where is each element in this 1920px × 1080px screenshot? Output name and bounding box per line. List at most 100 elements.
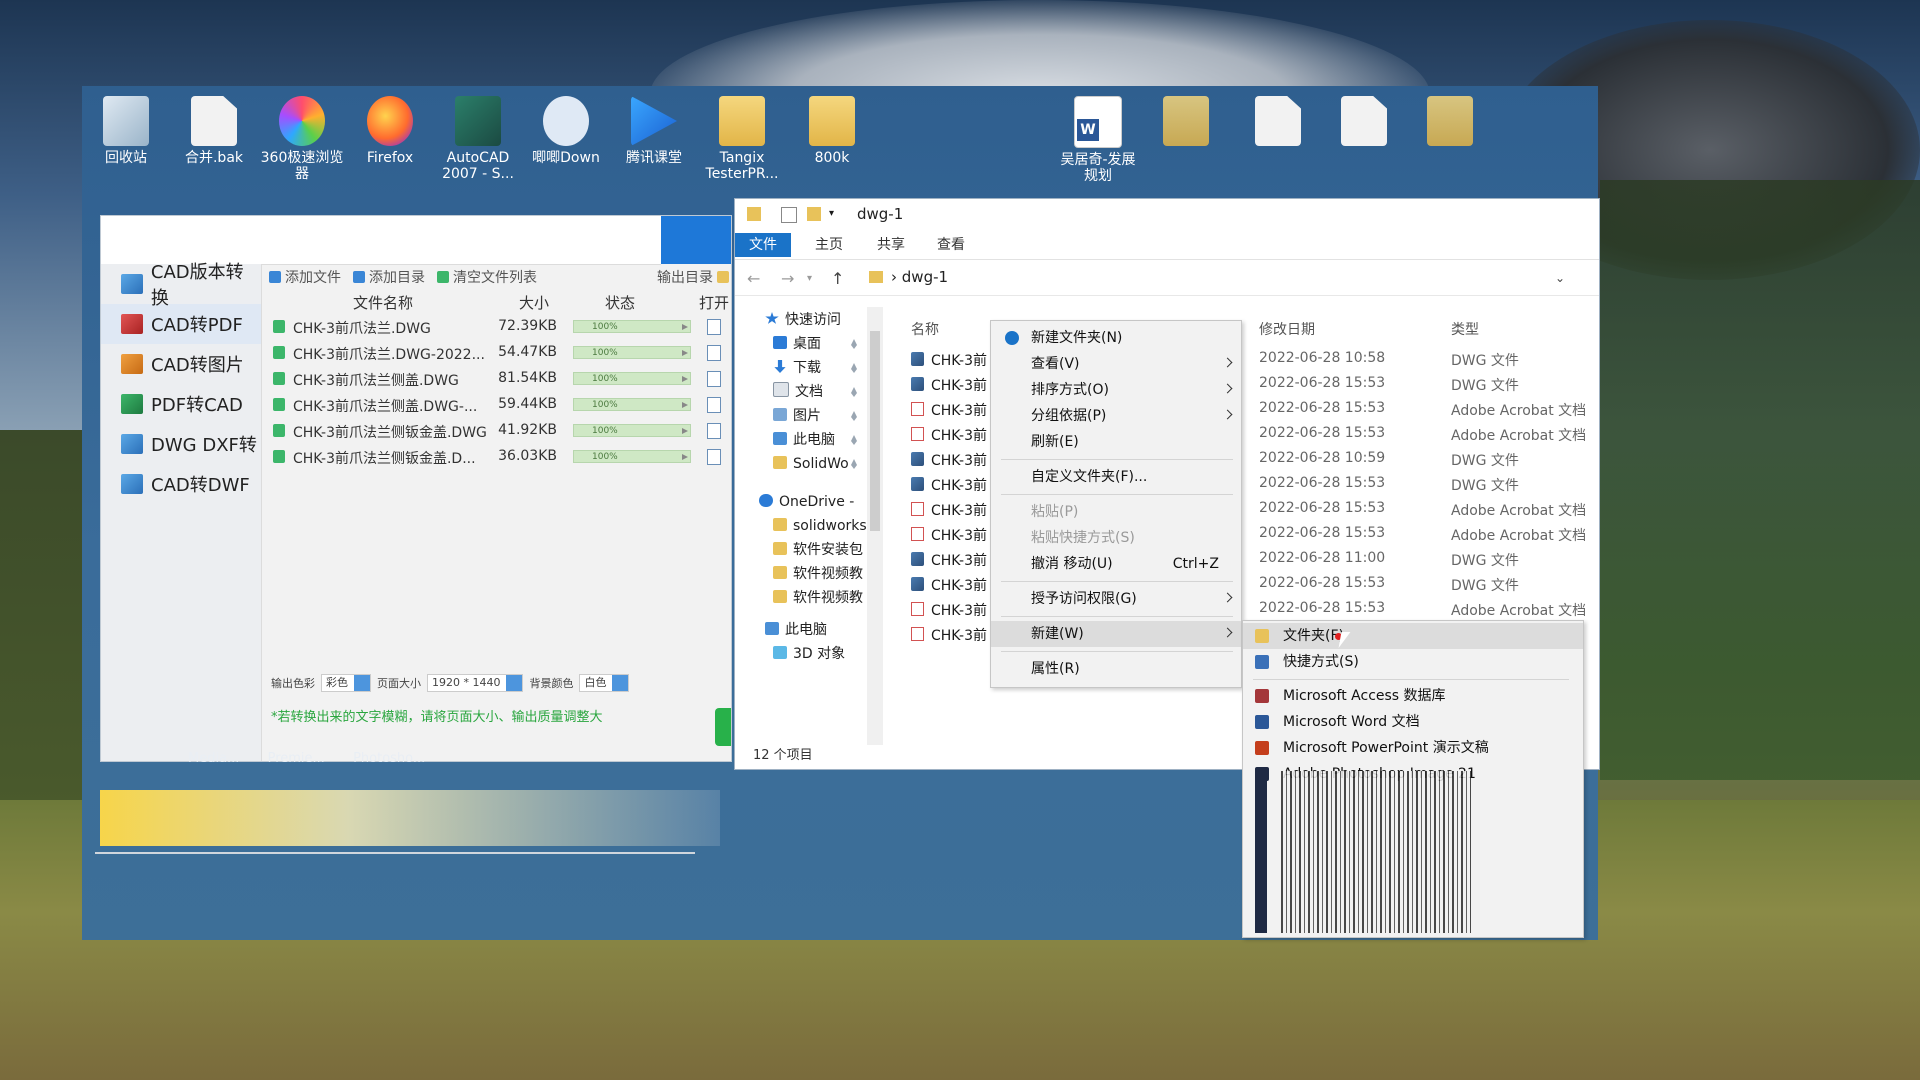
open-file-icon[interactable] [707, 371, 721, 387]
desktop-icon-folder[interactable] [1144, 96, 1228, 150]
properties-icon[interactable] [781, 207, 797, 223]
table-row[interactable]: CHK-3前爪法兰侧钣金盖.DWG 41.92KB 100% [271, 418, 727, 444]
column-header-name[interactable]: 名称 [911, 319, 939, 339]
new-folder-icon[interactable] [807, 207, 821, 221]
desktop-icon-360-browser[interactable]: 360极速浏览器 [260, 96, 344, 182]
cad-header-button[interactable] [661, 216, 731, 264]
submenu-item-access-db[interactable]: Microsoft Access 数据库 [1243, 683, 1583, 709]
nav-folder-software-install[interactable]: 软件安装包 [773, 539, 863, 561]
open-file-icon[interactable] [707, 449, 721, 465]
menu-item-give-access[interactable]: 授予访问权限(G) [991, 586, 1241, 612]
desktop-icon-tangix[interactable]: Tangix TesterPR... [700, 96, 784, 182]
submenu-item-word-doc[interactable]: Microsoft Word 文档 [1243, 709, 1583, 735]
menu-item-new-folder[interactable]: 新建文件夹(N) [991, 325, 1241, 351]
nav-pictures[interactable]: 图片 [773, 405, 821, 427]
desktop-label: Media... [188, 751, 240, 766]
scrollbar-thumb[interactable] [870, 331, 880, 531]
menu-item-undo-move[interactable]: 撤消 移动(U) Ctrl+Z [991, 551, 1241, 577]
submenu-item-folder[interactable]: 文件夹(F) [1243, 623, 1583, 649]
address-path[interactable]: › dwg-1 [865, 265, 1585, 289]
submenu-item-shortcut[interactable]: 快捷方式(S) [1243, 649, 1583, 675]
add-directory-button[interactable]: 添加目录 [353, 267, 425, 287]
desktop-icon-folder[interactable] [1408, 96, 1492, 150]
nav-folder-solidworks[interactable]: solidworks [773, 515, 867, 537]
open-file-icon[interactable] [707, 423, 721, 439]
file-date: 2022-06-28 15:53 [1259, 400, 1386, 416]
open-file-icon[interactable] [707, 319, 721, 335]
desktop-icon-800k[interactable]: 800k [790, 96, 874, 166]
open-file-icon[interactable] [707, 397, 721, 413]
table-row[interactable]: CHK-3前爪法兰.DWG-2022... 54.47KB 100% [271, 340, 727, 366]
nav-this-pc-pinned[interactable]: 此电脑 [773, 429, 835, 451]
table-row[interactable]: CHK-3前爪法兰.DWG 72.39KB 100% [271, 314, 727, 340]
tab-file[interactable]: 文件 [735, 233, 791, 257]
desktop-icon-tencent-classroom[interactable]: 腾讯课堂 [612, 96, 696, 166]
output-directory-button[interactable]: 输出目录 [657, 267, 729, 287]
menu-item-sort-by[interactable]: 排序方式(O) [991, 377, 1241, 403]
nav-solidworks-pinned[interactable]: SolidWo [773, 453, 849, 475]
nav-this-pc[interactable]: 此电脑 [765, 619, 827, 641]
cad-nav-cad-to-pdf[interactable]: CAD转PDF [101, 304, 261, 344]
background-color-select[interactable]: 白色 [579, 674, 630, 692]
open-file-icon[interactable] [707, 345, 721, 361]
file-size: 72.39KB [498, 318, 557, 334]
tab-home[interactable]: 主页 [801, 233, 857, 257]
desktop-icon-autocad[interactable]: AutoCAD 2007 - S... [436, 96, 520, 182]
menu-item-customize-folder[interactable]: 自定义文件夹(F)... [991, 464, 1241, 490]
cad-nav-cad-to-dwf[interactable]: CAD转DWF [101, 464, 261, 504]
address-dropdown-icon[interactable]: ⌄ [1555, 271, 1565, 285]
nav-quick-access[interactable]: 快速访问 [765, 309, 841, 331]
cad-nav-dwg-dxf[interactable]: DWG DXF转 [101, 424, 261, 464]
menu-item-properties[interactable]: 属性(R) [991, 656, 1241, 682]
file-type: DWG 文件 [1451, 578, 1519, 594]
desktop-icon-bak-file[interactable]: 合并.bak [172, 96, 256, 166]
nav-folder-software-video-2[interactable]: 软件视频教 [773, 587, 863, 609]
tab-view[interactable]: 查看 [923, 233, 979, 257]
file-name: CHK-3前 [931, 403, 987, 419]
folder-icon [1163, 96, 1209, 146]
menu-item-new[interactable]: 新建(W) [991, 621, 1241, 647]
column-header-date[interactable]: 修改日期 [1259, 319, 1315, 339]
desktop-icon-file[interactable] [1236, 96, 1320, 150]
clear-list-button[interactable]: 清空文件列表 [437, 267, 537, 287]
cad-nav-pdf-to-cad[interactable]: PDF转CAD [101, 384, 261, 424]
cad-convert-icon [121, 474, 143, 494]
start-convert-button[interactable] [715, 708, 731, 746]
back-arrow-icon[interactable]: ← [747, 269, 760, 288]
nav-3d-objects[interactable]: 3D 对象 [773, 643, 845, 665]
file-size: 81.54KB [498, 370, 557, 386]
desktop-icon-jijidown[interactable]: 唧唧Down [524, 96, 608, 166]
nav-onedrive[interactable]: OneDrive - [759, 491, 854, 513]
nav-label: 软件视频教 [793, 566, 863, 582]
output-color-select[interactable]: 彩色 [321, 674, 371, 692]
desktop-icon-recycle-bin[interactable]: 回收站 [84, 96, 168, 166]
page-size-select[interactable]: 1920 * 1440 [427, 674, 524, 692]
menu-label: 粘贴(P) [1031, 504, 1079, 520]
desktop-icon-firefox[interactable]: Firefox [348, 96, 432, 166]
nav-desktop[interactable]: 桌面 [773, 333, 821, 355]
nav-folder-software-video-1[interactable]: 软件视频教 [773, 563, 863, 585]
cad-nav-version-convert[interactable]: CAD版本转换 [101, 262, 261, 309]
desktop-icon-word-plan[interactable]: 吴居奇-发展规划 [1056, 96, 1140, 184]
file-name: CHK-3前 [931, 503, 987, 519]
desktop-icon-file[interactable] [1322, 96, 1406, 150]
up-arrow-icon[interactable]: ↑ [831, 269, 844, 288]
menu-item-view[interactable]: 查看(V) [991, 351, 1241, 377]
navigation-scrollbar[interactable] [867, 307, 883, 745]
cad-nav-cad-to-image[interactable]: CAD转图片 [101, 344, 261, 384]
menu-item-refresh[interactable]: 刷新(E) [991, 429, 1241, 455]
table-row[interactable]: CHK-3前爪法兰侧钣金盖.D... 36.03KB 100% [271, 444, 727, 470]
add-file-button[interactable]: 添加文件 [269, 267, 341, 287]
tab-share[interactable]: 共享 [863, 233, 919, 257]
table-row[interactable]: CHK-3前爪法兰侧盖.DWG-... 59.44KB 100% [271, 392, 727, 418]
nav-documents[interactable]: 文档 [773, 381, 823, 403]
menu-item-group-by[interactable]: 分组依据(P) [991, 403, 1241, 429]
recent-chevron-icon[interactable]: ▾ [807, 273, 812, 284]
column-header-type[interactable]: 类型 [1451, 319, 1479, 339]
table-row[interactable]: CHK-3前爪法兰侧盖.DWG 81.54KB 100% [271, 366, 727, 392]
forward-arrow-icon[interactable]: → [781, 269, 794, 288]
submenu-item-powerpoint[interactable]: Microsoft PowerPoint 演示文稿 [1243, 735, 1583, 761]
chevron-down-icon[interactable]: ▾ [829, 207, 843, 221]
dwg-file-icon [911, 552, 924, 566]
nav-downloads[interactable]: 下载 [773, 357, 821, 379]
